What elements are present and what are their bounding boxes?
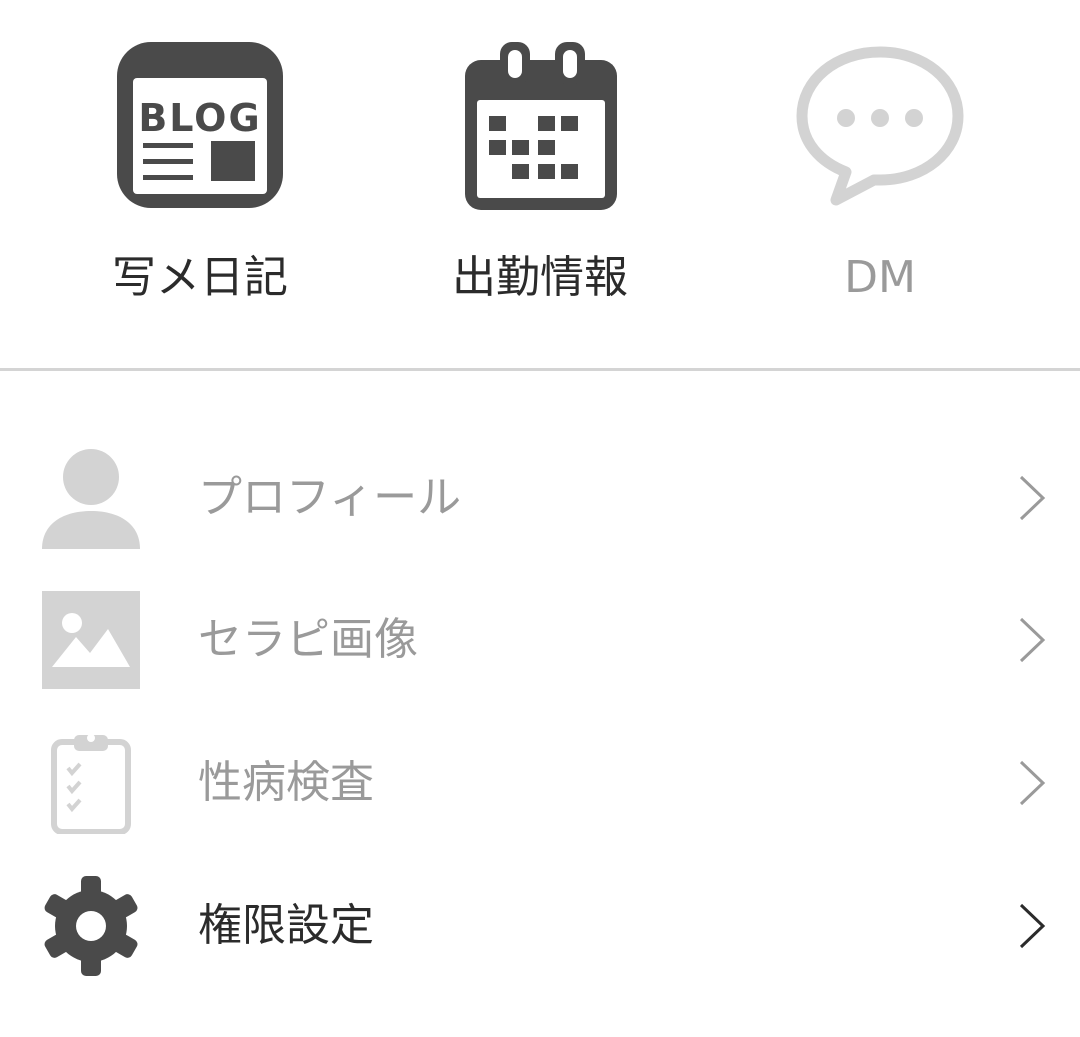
person-icon <box>42 449 140 549</box>
chat-bubble-icon <box>796 46 964 206</box>
chevron-right-icon <box>1019 475 1046 521</box>
dm-tile[interactable]: DM <box>730 40 1030 320</box>
image-icon <box>42 591 140 689</box>
clipboard-checklist-icon <box>51 734 131 834</box>
menu-item-permissions-label: 権限設定 <box>198 900 374 951</box>
menu-item-therapist-images[interactable]: セラピ画像 <box>0 575 1080 705</box>
blog-icon: BLOG <box>117 42 283 208</box>
menu-item-permissions[interactable]: 権限設定 <box>0 861 1080 991</box>
section-divider <box>0 368 1080 371</box>
chevron-right-icon <box>1019 617 1046 663</box>
gear-icon <box>44 876 138 976</box>
menu-item-std-test[interactable]: 性病検査 <box>0 718 1080 848</box>
chevron-right-icon <box>1019 760 1046 806</box>
blog-tile[interactable]: BLOG 写メ日記 <box>50 40 350 320</box>
menu-item-profile-label: プロフィール <box>198 472 462 523</box>
chevron-right-icon <box>1019 903 1046 949</box>
menu-item-profile[interactable]: プロフィール <box>0 433 1080 563</box>
blog-tile-label: 写メ日記 <box>112 252 288 303</box>
quick-actions-grid: BLOG 写メ日記 出勤情報 DM <box>0 0 1080 370</box>
schedule-tile-label: 出勤情報 <box>452 252 628 303</box>
blog-icon-text: BLOG <box>138 96 261 140</box>
calendar-icon <box>465 42 617 210</box>
menu-item-therapist-images-label: セラピ画像 <box>198 614 418 665</box>
dm-tile-label: DM <box>844 252 916 303</box>
schedule-tile[interactable]: 出勤情報 <box>390 40 690 320</box>
menu-item-std-test-label: 性病検査 <box>198 757 374 808</box>
